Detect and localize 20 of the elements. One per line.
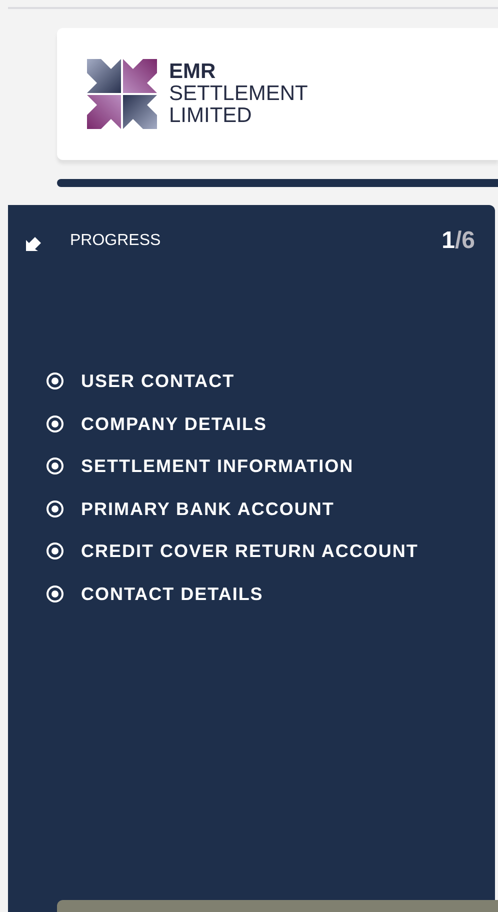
- progress-title: PROGRESS: [70, 232, 162, 250]
- progress-step[interactable]: PRIMARY BANK ACCOUNT: [46, 498, 495, 520]
- progress-step[interactable]: CREDIT COVER RETURN ACCOUNT: [46, 540, 495, 562]
- radio-icon: [46, 457, 64, 475]
- progress-step[interactable]: SETTLEMENT INFORMATION: [46, 455, 495, 477]
- logo-text: EMR: [169, 61, 217, 83]
- logo-text: SETTLEMENT: [169, 83, 308, 105]
- logo-text: LIMITED: [169, 105, 253, 127]
- logo-icon: [87, 59, 157, 129]
- step-total: /6: [454, 227, 475, 254]
- radio-icon: [46, 414, 64, 432]
- progress-step[interactable]: COMPANY DETAILS: [46, 412, 495, 434]
- progress-step[interactable]: USER CONTACT: [46, 370, 495, 392]
- radio-icon: [46, 542, 64, 560]
- progress-step[interactable]: CONTACT DETAILS: [46, 582, 495, 604]
- step-count: 1: [442, 227, 455, 254]
- radio-icon: [46, 584, 64, 602]
- arrow-icon[interactable]: [26, 237, 42, 251]
- radio-icon: [46, 372, 64, 390]
- radio-icon: [46, 500, 64, 518]
